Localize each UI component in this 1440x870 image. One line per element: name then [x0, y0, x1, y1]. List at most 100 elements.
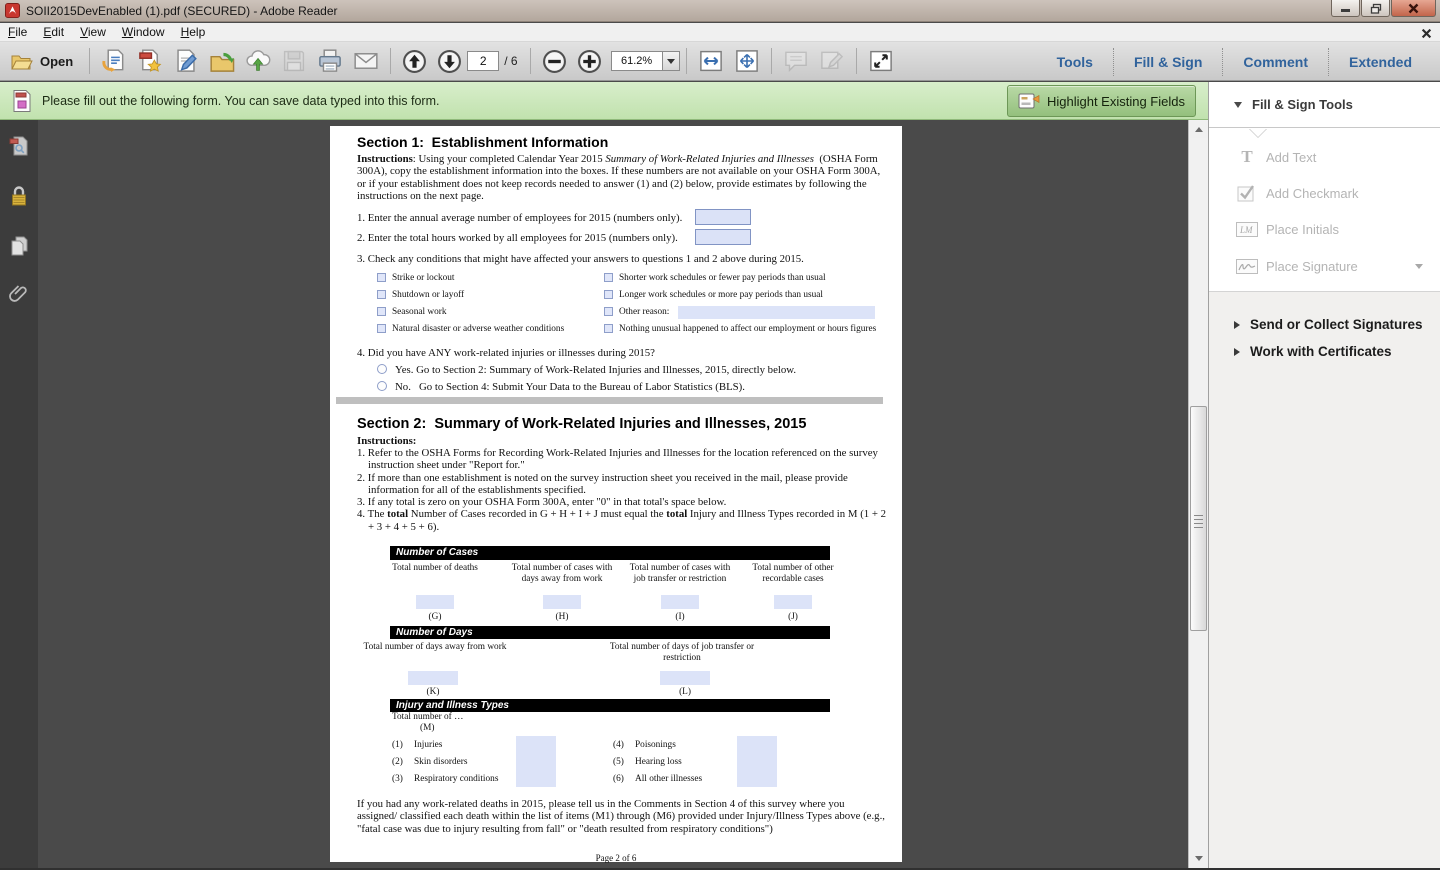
sign-document-button[interactable]: [168, 46, 204, 76]
email-button[interactable]: [348, 46, 384, 76]
days-away-field[interactable]: [408, 671, 458, 685]
radio-no[interactable]: [377, 381, 387, 391]
open-button[interactable]: Open: [0, 46, 83, 76]
place-signature-button[interactable]: Place Signature: [1209, 250, 1440, 282]
cloud-upload-button[interactable]: [240, 46, 276, 76]
add-checkmark-button[interactable]: Add Checkmark: [1209, 177, 1440, 209]
radio-no-label: No. Go to Section 4: Submit Your Data to…: [395, 381, 745, 393]
checkbox-label: Nothing unusual happened to affect our e…: [619, 324, 876, 335]
total-hours-field[interactable]: [695, 229, 751, 245]
zoom-level-value[interactable]: 61.2%: [611, 51, 663, 71]
zoom-level-dropdown[interactable]: 61.2%: [611, 51, 680, 71]
checkbox-label: Shutdown or layoff: [392, 290, 464, 301]
previous-page-button[interactable]: [397, 46, 432, 76]
checkbox-strike-or-lockout[interactable]: [377, 273, 386, 282]
highlight-button-label: Highlight Existing Fields: [1047, 94, 1185, 109]
restore-button[interactable]: [1361, 0, 1390, 17]
question-3-label: 3. Check any conditions that might have …: [357, 253, 804, 265]
menu-file[interactable]: File: [0, 23, 35, 41]
type-number: (1): [392, 740, 403, 751]
tab-fill-sign[interactable]: Fill & Sign: [1114, 54, 1222, 70]
menu-view[interactable]: View: [72, 23, 114, 41]
menu-window[interactable]: Window: [114, 23, 173, 41]
fit-width-button[interactable]: [693, 46, 729, 76]
scrollbar-thumb[interactable]: [1190, 406, 1207, 631]
form-message-bar: Please fill out the following form. You …: [0, 82, 1208, 120]
send-or-collect-signatures-section[interactable]: Send or Collect Signatures: [1209, 311, 1440, 338]
create-pdf-button[interactable]: [132, 46, 168, 76]
cases-header: Total number of deaths: [379, 563, 491, 574]
comment-bubble-button[interactable]: [778, 46, 814, 76]
fullscreen-button[interactable]: [863, 46, 899, 76]
job-transfer-cases-field[interactable]: [661, 595, 699, 609]
convert-document-button[interactable]: [96, 46, 132, 76]
add-text-button[interactable]: T Add Text: [1209, 141, 1440, 173]
pages-panel-button[interactable]: [7, 234, 31, 258]
attachments-panel-button[interactable]: [7, 284, 31, 308]
minimize-button[interactable]: [1331, 0, 1360, 17]
cases-header: Total number of cases with days away fro…: [506, 563, 618, 584]
other-recordable-cases-field[interactable]: [774, 595, 812, 609]
total-deaths-field[interactable]: [416, 595, 454, 609]
security-panel-button[interactable]: [7, 184, 31, 208]
menu-edit[interactable]: Edit: [35, 23, 72, 41]
section2-instructions-list: 1. Refer to the OSHA Forms for Recording…: [357, 447, 889, 533]
deaths-comment-note: If you had any work-related deaths in 20…: [357, 798, 885, 835]
days-transfer-field[interactable]: [660, 671, 710, 685]
tab-extended[interactable]: Extended: [1329, 54, 1432, 70]
zoom-out-button[interactable]: [537, 46, 572, 76]
all-other-illnesses-field[interactable]: [737, 770, 777, 787]
checkbox-shutdown-or-layoff[interactable]: [377, 290, 386, 299]
respiratory-conditions-field[interactable]: [516, 770, 556, 787]
section-label: Work with Certificates: [1250, 344, 1392, 359]
type-label: Poisonings: [635, 740, 676, 751]
create-pdf-icon: [137, 48, 163, 74]
poisonings-field[interactable]: [737, 736, 777, 753]
hearing-loss-field[interactable]: [737, 753, 777, 770]
save-button[interactable]: [276, 46, 312, 76]
m-label: (M): [420, 723, 434, 734]
vertical-scrollbar[interactable]: [1188, 120, 1208, 868]
checkbox-shorter-schedules[interactable]: [604, 273, 613, 282]
checkbox-nothing-unusual[interactable]: [604, 324, 613, 333]
work-with-certificates-section[interactable]: Work with Certificates: [1209, 338, 1440, 365]
type-number: (5): [613, 757, 624, 768]
employees-number-field[interactable]: [695, 209, 751, 225]
fit-page-button[interactable]: [729, 46, 765, 76]
menu-help[interactable]: Help: [173, 23, 214, 41]
close-button[interactable]: [1391, 0, 1436, 17]
page-preview-panel-button[interactable]: [7, 134, 31, 158]
scroll-down-button[interactable]: [1190, 850, 1208, 867]
annotate-button[interactable]: [814, 46, 850, 76]
checkbox-longer-schedules[interactable]: [604, 290, 613, 299]
fill-sign-tools-header[interactable]: Fill & Sign Tools: [1209, 82, 1440, 128]
highlight-existing-fields-button[interactable]: Highlight Existing Fields: [1007, 85, 1196, 117]
radio-yes[interactable]: [377, 364, 387, 374]
tab-tools[interactable]: Tools: [1037, 54, 1113, 70]
annotate-icon: [819, 48, 845, 74]
form-icon: [12, 89, 32, 113]
column-letter: (J): [773, 612, 813, 623]
checkbox-seasonal-work[interactable]: [377, 307, 386, 316]
signature-dropdown-caret-icon[interactable]: [1415, 264, 1423, 269]
checkbox-natural-disaster[interactable]: [377, 324, 386, 333]
next-page-button[interactable]: [432, 46, 467, 76]
open-folder-icon: [10, 52, 34, 71]
highlight-fields-icon: [1018, 92, 1040, 110]
zoom-caret-icon[interactable]: [663, 51, 680, 71]
injuries-field[interactable]: [516, 736, 556, 753]
skin-disorders-field[interactable]: [516, 753, 556, 770]
checkbox-other-reason[interactable]: [604, 307, 613, 316]
zoom-in-button[interactable]: [572, 46, 607, 76]
share-folder-button[interactable]: [204, 46, 240, 76]
page-number-input[interactable]: 2: [467, 51, 499, 71]
print-button[interactable]: [312, 46, 348, 76]
tab-comment[interactable]: Comment: [1223, 54, 1328, 70]
scroll-up-button[interactable]: [1190, 121, 1208, 138]
place-initials-button[interactable]: LM Place Initials: [1209, 213, 1440, 245]
other-reason-field[interactable]: [678, 306, 875, 319]
days-away-cases-field[interactable]: [543, 595, 581, 609]
type-number: (2): [392, 757, 403, 768]
question-4-label: 4. Did you have ANY work-related injurie…: [357, 347, 655, 359]
days-header: Total number of days away from work: [360, 642, 510, 653]
